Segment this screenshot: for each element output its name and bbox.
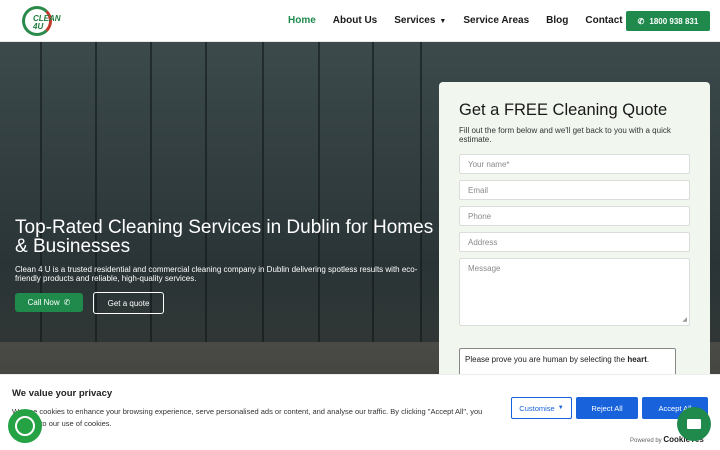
address-field[interactable]: Address (459, 232, 690, 252)
captcha-target: heart (627, 355, 647, 364)
phone-number: 1800 938 831 (649, 16, 699, 26)
reject-all-button[interactable]: Reject All (576, 397, 638, 419)
quote-form-description: Fill out the form below and we'll get ba… (459, 126, 671, 144)
email-field[interactable]: Email (459, 180, 690, 200)
call-now-label: Call Now (27, 298, 60, 307)
nav-blog[interactable]: Blog (546, 15, 568, 26)
nav-home[interactable]: Home (288, 15, 316, 26)
whatsapp-icon (15, 416, 35, 436)
nav-services[interactable]: Services ▼ (394, 15, 446, 26)
logo[interactable]: CLEAN 4U (22, 6, 61, 36)
phone-button[interactable]: ✆ 1800 938 831 (626, 11, 710, 31)
window-frame (420, 42, 422, 342)
phone-icon: ✆ (63, 298, 71, 307)
site-header: CLEAN 4U Home About Us Services ▼ Service… (0, 0, 720, 42)
hero-title: Top-Rated Cleaning Services in Dublin fo… (15, 217, 434, 257)
nav-services-label: Services (394, 15, 436, 26)
resize-handle-icon[interactable]: ◢ (682, 316, 687, 323)
cookie-banner: We value your privacy We use cookies to … (0, 374, 720, 450)
cookie-title: We value your privacy (12, 388, 113, 399)
message-placeholder: Message (468, 264, 501, 273)
powered-by-label: Powered by (630, 438, 662, 444)
email-button[interactable] (677, 407, 711, 441)
phone-field[interactable]: Phone (459, 206, 690, 226)
main-nav: Home About Us Services ▼ Service Areas Bl… (288, 15, 655, 26)
quote-form-title: Get a FREE Cleaning Quote (459, 101, 668, 119)
name-field[interactable]: Your name* (459, 154, 690, 174)
chevron-down-icon: ▼ (439, 18, 447, 25)
hero-subtitle: Clean 4 U is a trusted residential and c… (15, 265, 418, 283)
logo-text: CLEAN 4U (33, 14, 61, 31)
whatsapp-button[interactable] (8, 409, 42, 443)
window-frame (205, 42, 207, 342)
window-frame (262, 42, 264, 342)
captcha-text: Please prove you are human by selecting … (465, 355, 626, 364)
envelope-icon (687, 419, 701, 429)
customise-button[interactable]: Customise ▼ (511, 397, 572, 419)
window-frame (372, 42, 374, 342)
cookie-text: We use cookies to enhance your browsing … (12, 407, 483, 428)
message-field[interactable]: Message ◢ (459, 258, 690, 326)
nav-service-areas[interactable]: Service Areas (463, 15, 529, 26)
chevron-down-icon: ▼ (557, 405, 564, 411)
nav-about[interactable]: About Us (333, 15, 377, 26)
customise-label: Customise (519, 403, 555, 413)
window-frame (318, 42, 320, 342)
phone-icon: ✆ (637, 16, 645, 26)
quote-form-card: Get a FREE Cleaning Quote Fill out the f… (439, 82, 710, 382)
get-quote-button[interactable]: Get a quote (93, 292, 164, 314)
call-now-button[interactable]: Call Now ✆ (15, 293, 83, 312)
